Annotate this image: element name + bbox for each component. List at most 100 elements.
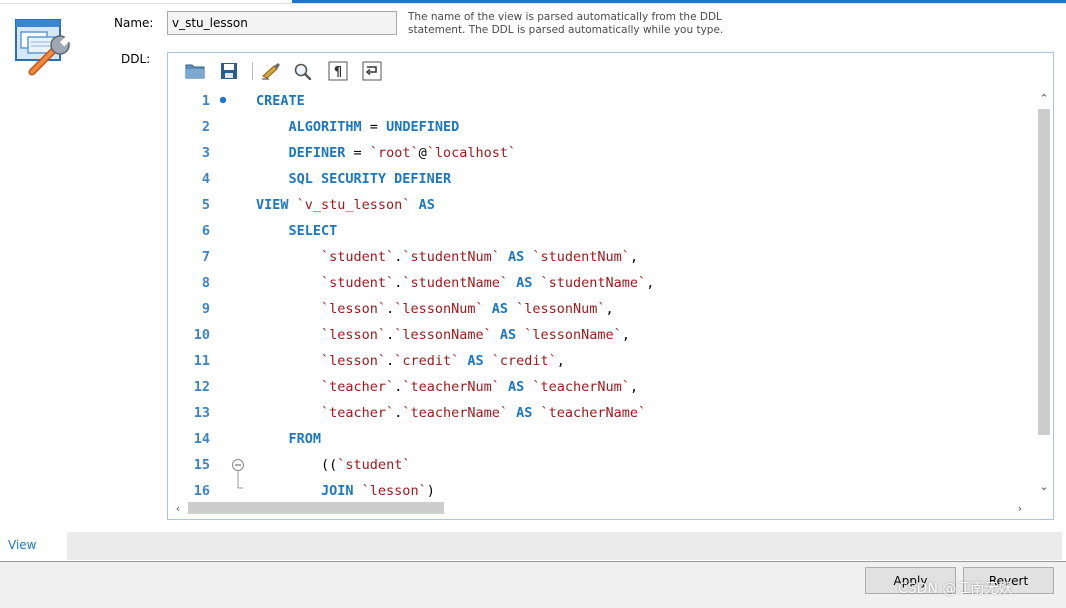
sql-keyword: AS [410,197,435,213]
beautify-icon[interactable] [260,60,282,82]
sql-text: , [646,275,655,291]
sql-keyword: UNDEFINED [386,119,460,135]
sql-identifier: `lessonNum` [516,301,606,317]
code-line: 5 VIEW `v_stu_lesson` AS [168,192,1035,218]
parse-hint-text: The name of the view is parsed automatic… [408,11,724,36]
code-text: DEFINER = `root`@`localhost` [256,140,517,166]
sql-text: , [629,249,639,265]
code-text: `lesson`.`lessonNum` AS `lessonNum`, [256,296,614,322]
sql-text: = [345,145,370,161]
open-folder-icon[interactable] [184,60,206,82]
sql-identifier: `credit` [394,353,460,369]
sql-keyword: AS [491,327,525,343]
sql-identifier: `v_stu_lesson` [296,197,411,213]
line-number: 7 [201,249,210,265]
sql-identifier: `student` [337,457,411,473]
sql-identifier: `lesson` [361,483,427,498]
scroll-left-icon[interactable]: ‹ [171,501,185,515]
horizontal-scrollbar[interactable]: ‹ › [168,498,1053,519]
ddl-editor[interactable]: ¶ 1 CREATE 2 ALGORITHM = UNDEFINED 3 DEFINE… [167,52,1054,520]
word-wrap-icon[interactable] [361,60,383,82]
sql-text: ) [426,483,435,498]
sql-keyword: VIEW [256,197,297,213]
code-text: SQL SECURITY DEFINER [256,166,452,192]
sql-identifier: `student` [321,249,395,265]
code-line: 14 FROM [168,426,1035,452]
sql-keyword: JOIN [321,483,362,498]
sql-keyword: AS [459,353,492,369]
ddl-label: DDL: [121,52,151,66]
code-line: 10 `lesson`.`lessonName` AS `lessonName`… [168,322,1035,348]
line-number: 15 [193,457,210,473]
code-text: ALGORITHM = UNDEFINED [256,114,460,140]
sql-identifier: `studentNum` [532,249,630,265]
sql-identifier: `lesson` [321,327,387,343]
tab-view[interactable]: View [0,532,67,560]
sql-identifier: `teacher` [321,379,395,395]
sql-identifier: `root` [369,145,419,161]
svg-text:¶: ¶ [334,65,342,80]
sql-text: . [386,327,395,343]
sql-identifier: `lessonName` [524,327,622,343]
horizontal-scroll-thumb[interactable] [188,502,444,514]
line-number: 16 [193,483,210,498]
view-wrench-icon [14,18,76,78]
code-line: 11 `lesson`.`credit` AS `credit`, [168,348,1035,374]
line-number: 14 [193,431,210,447]
code-line: 2 ALGORITHM = UNDEFINED [168,114,1035,140]
sql-identifier: `localhost` [426,145,517,161]
line-number: 5 [201,197,210,213]
editor-toolbar: ¶ [168,53,1053,87]
statement-marker-icon [218,88,228,114]
line-number: 3 [201,145,210,161]
code-text: `student`.`studentNum` AS `studentNum`, [256,244,638,270]
code-line: 4 SQL SECURITY DEFINER [168,166,1035,192]
code-line: 16 JOIN `lesson`) [168,478,1035,498]
code-text: `lesson`.`lessonName` AS `lessonName`, [256,322,630,348]
view-name-input[interactable]: v_stu_lesson [167,11,397,35]
sql-text: . [386,301,395,317]
scroll-down-icon[interactable]: ⌄ [1037,479,1051,493]
sql-text: , [629,379,639,395]
sql-identifier: `studentNum` [402,249,500,265]
sql-identifier: `studentName` [402,275,508,291]
sql-identifier: `teacherName` [540,405,647,421]
sql-keyword: AS [499,379,533,395]
code-area[interactable]: 1 CREATE 2 ALGORITHM = UNDEFINED 3 DEFINER … [168,87,1035,498]
sql-keyword: AS [508,405,541,421]
code-line: 12 `teacher`.`teacherNum` AS `teacherNum… [168,374,1035,400]
code-text: `teacher`.`teacherName` AS `teacherName` [256,400,646,426]
sql-text: , [605,301,614,317]
code-text: JOIN `lesson`) [256,478,435,498]
active-tab-indicator [292,0,1066,3]
code-line: 7 `student`.`studentNum` AS `studentNum`… [168,244,1035,270]
save-icon[interactable] [218,60,240,82]
code-line: 8 `student`.`studentName` AS `studentNam… [168,270,1035,296]
sql-keyword: SQL SECURITY DEFINER [288,171,452,187]
sql-text: , [556,353,565,369]
sql-keyword: AS [499,249,533,265]
scroll-up-icon[interactable]: ⌃ [1037,91,1051,105]
vertical-scrollbar[interactable]: ⌃ ⌄ [1035,87,1053,498]
sql-keyword: AS [483,301,517,317]
scroll-right-icon[interactable]: › [1013,501,1027,515]
find-icon[interactable] [292,60,314,82]
line-number: 8 [201,275,210,291]
paragraph-icon[interactable]: ¶ [327,60,349,82]
sql-keyword: ALGORITHM [288,119,362,135]
code-line: 15 ((`student` [168,452,1035,489]
code-line: 9 `lesson`.`lessonNum` AS `lessonNum`, [168,296,1035,322]
vertical-scroll-thumb[interactable] [1038,109,1050,435]
